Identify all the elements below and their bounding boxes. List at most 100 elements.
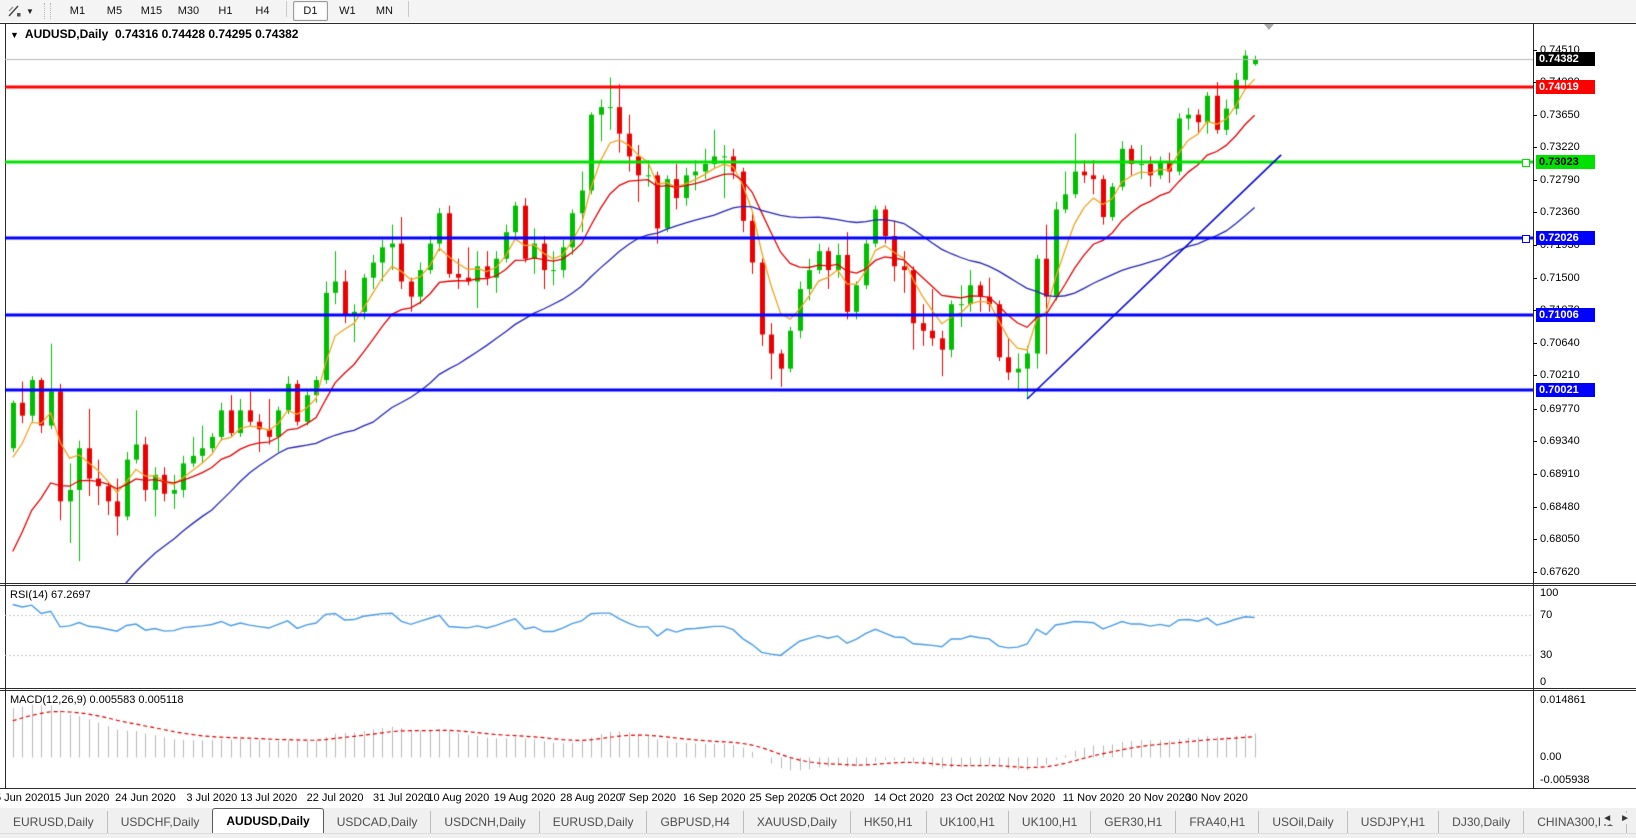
tab-eurusd-daily[interactable]: EURUSD,Daily	[0, 811, 107, 833]
price-tick-label: 0.70640	[1540, 336, 1580, 349]
date-axis-label: 5 Oct 2020	[810, 792, 865, 804]
date-axis-label: 31 Jul 2020	[372, 792, 430, 804]
rsi-axis-label: 100	[1540, 587, 1559, 599]
price-tick-label: 0.68910	[1540, 468, 1580, 481]
toolbar-grip[interactable]	[43, 3, 51, 19]
price-tick-label: 0.73220	[1540, 141, 1580, 154]
main-pane-bottom-border	[0, 583, 1636, 584]
rsi-axis-label: 30	[1540, 649, 1553, 661]
date-axis-label: 10 Aug 2020	[427, 792, 490, 804]
price-tick-mark	[1533, 245, 1537, 246]
price-tick-mark	[1533, 147, 1537, 148]
price-tick-mark	[1533, 474, 1537, 475]
chart-shift-marker[interactable]	[1263, 24, 1274, 30]
timeframe-button-d1[interactable]: D1	[292, 1, 328, 21]
date-axis-label: 19 Aug 2020	[493, 792, 556, 804]
tool-dropdown-caret[interactable]: ▼	[26, 7, 34, 16]
date-axis-label: 11 Nov 2020	[1062, 792, 1125, 804]
toolbar-separator	[407, 1, 409, 17]
hline-drag-handle[interactable]	[1522, 159, 1530, 167]
date-axis-label: 5 Jun 2020	[0, 792, 50, 804]
price-tick-mark	[1533, 375, 1537, 376]
price-tick-label: 0.70210	[1540, 369, 1580, 382]
current-price-badge: 0.74382	[1536, 52, 1595, 67]
date-axis-label: 7 Sep 2020	[619, 792, 677, 804]
macd-indicator-label: MACD(12,26,9) 0.005583 0.005118	[10, 694, 184, 706]
tab-xauusd-daily[interactable]: XAUUSD,Daily	[742, 811, 850, 833]
date-axis-label: 20 Nov 2020	[1128, 792, 1192, 804]
timeframe-button-h1[interactable]: H1	[208, 1, 243, 21]
price-tick-label: 0.67620	[1540, 565, 1580, 578]
rsi-indicator-label: RSI(14) 67.2697	[10, 589, 91, 601]
date-axis-label: 2 Nov 2020	[998, 792, 1056, 804]
rsi-pane-canvas[interactable]	[5, 585, 1533, 688]
timeframe-button-w1[interactable]: W1	[330, 1, 365, 21]
price-tick-mark	[1533, 572, 1537, 573]
price-tick-mark	[1533, 180, 1537, 181]
timeframe-button-h4[interactable]: H4	[245, 1, 280, 21]
date-axis-label: 13 Jul 2020	[240, 792, 298, 804]
tab-eurusd-daily[interactable]: EURUSD,Daily	[538, 811, 647, 833]
rsi-axis-label: 0	[1540, 676, 1547, 688]
price-tick-label: 0.71500	[1540, 271, 1580, 284]
cursor-tool-icon[interactable]	[4, 2, 24, 20]
macd-axis-label: 0.014861	[1540, 694, 1586, 706]
chart-ohlc-readout: ▼ AUDUSD,Daily 0.74316 0.74428 0.74295 0.…	[10, 27, 298, 41]
tab-gbpusd-h4[interactable]: GBPUSD,H4	[646, 811, 742, 833]
price-tick-mark	[1533, 441, 1537, 442]
collapse-arrow-icon[interactable]: ▼	[10, 30, 19, 40]
tab-usoil-daily[interactable]: USOil,Daily	[1258, 811, 1346, 833]
tabs-scroll-left-button[interactable]: ◄	[1602, 813, 1612, 824]
tab-ger30-h1[interactable]: GER30,H1	[1090, 811, 1175, 833]
date-axis-label: 30 Nov 2020	[1185, 792, 1248, 804]
macd-axis-label: -0.005938	[1540, 773, 1590, 786]
tab-usdcnh-daily[interactable]: USDCNH,Daily	[430, 811, 538, 833]
date-axis-label: 16 Sep 2020	[683, 792, 746, 804]
timeframe-toolbar: ▼ M1 M5 M15 M30 H1 H4 D1 W1 MN	[0, 0, 1636, 22]
cursor-tool-glyph	[7, 5, 20, 16]
tab-uk100-h1[interactable]: UK100,H1	[1007, 811, 1090, 833]
bottom-strip	[0, 833, 1636, 838]
tab-dj30-daily[interactable]: DJ30,Daily	[1438, 811, 1523, 833]
timeframe-button-mn[interactable]: MN	[367, 1, 402, 21]
timeframe-button-m5[interactable]: M5	[97, 1, 132, 21]
price-tick-label: 0.73650	[1540, 108, 1580, 121]
tab-hk50-h1[interactable]: HK50,H1	[849, 811, 926, 833]
price-level-badge: 0.73023	[1536, 155, 1595, 170]
date-axis-label: 3 Jul 2020	[186, 792, 238, 804]
metatrader-window: ▼ M1 M5 M15 M30 H1 H4 D1 W1 MN ▼ AUDUSD,Daily 0.7…	[0, 0, 1636, 838]
tab-scroll-buttons: ◄ ►	[1600, 813, 1632, 824]
date-axis-label: 22 Jul 2020	[306, 792, 364, 804]
tab-fra40-h1[interactable]: FRA40,H1	[1175, 811, 1258, 833]
timeframe-button-m30[interactable]: M30	[171, 1, 206, 21]
chart-symbol-label: AUDUSD,Daily	[24, 27, 109, 41]
rsi-axis-label: 70	[1540, 609, 1553, 621]
price-tick-mark	[1533, 409, 1537, 410]
macd-axis-label: 0.00	[1540, 751, 1562, 763]
timeframe-buttons: M1 M5 M15 M30 H1 H4 D1 W1 MN	[59, 1, 414, 21]
date-axis-label: 28 Aug 2020	[560, 792, 622, 804]
tab-usdcad-daily[interactable]: USDCAD,Daily	[324, 811, 431, 833]
price-tick-label: 0.72360	[1540, 206, 1580, 219]
price-axis-line	[1533, 23, 1534, 788]
main-chart-canvas[interactable]	[5, 23, 1533, 583]
macd-pane-canvas[interactable]	[5, 690, 1533, 788]
tab-uk100-h1[interactable]: UK100,H1	[925, 811, 1008, 833]
price-tick-label: 0.69770	[1540, 402, 1580, 415]
tab-usdchf-daily[interactable]: USDCHF,Daily	[106, 811, 213, 833]
chart-tab-bar: EURUSD,Daily USDCHF,Daily AUDUSD,Daily USDC…	[0, 808, 1636, 833]
date-axis-label: 24 Jun 2020	[115, 792, 176, 804]
tabs-scroll-right-button[interactable]: ►	[1620, 813, 1630, 824]
chart-ohlc-values: 0.74316 0.74428 0.74295 0.74382	[114, 27, 299, 41]
toolbar-separator	[285, 1, 287, 17]
timeframe-button-m15[interactable]: M15	[134, 1, 169, 21]
tab-usdjpy-h1[interactable]: USDJPY,H1	[1346, 811, 1438, 833]
price-tick-label: 0.68050	[1540, 533, 1580, 546]
date-axis-label: 15 Jun 2020	[48, 792, 110, 804]
hline-drag-handle[interactable]	[1522, 235, 1530, 243]
timeframe-button-m1[interactable]: M1	[60, 1, 95, 21]
price-tick-mark	[1533, 507, 1537, 508]
price-tick-label: 0.72790	[1540, 173, 1580, 186]
price-tick-mark	[1533, 343, 1537, 344]
tab-audusd-daily[interactable]: AUDUSD,Daily	[212, 808, 324, 833]
